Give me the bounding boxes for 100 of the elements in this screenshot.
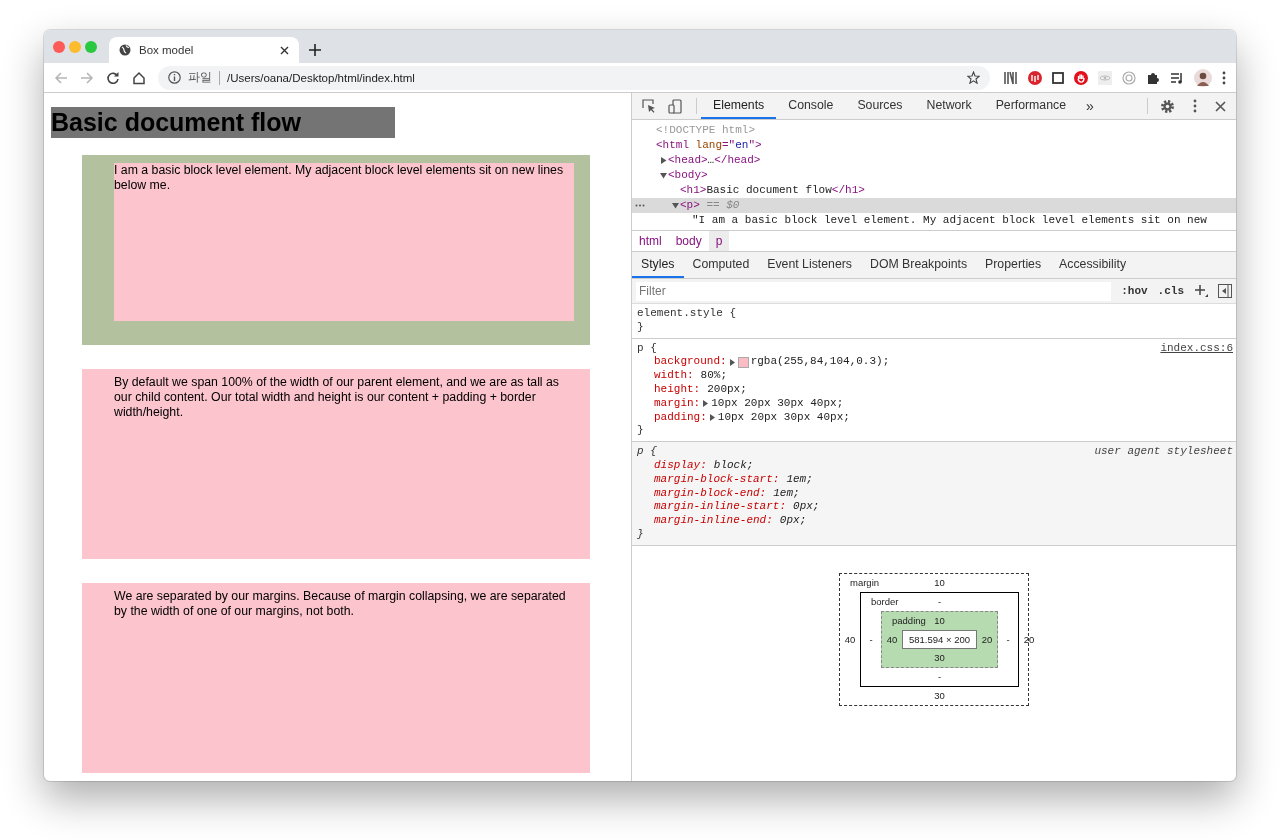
box-value: 10 [934, 615, 945, 627]
box-value: - [1005, 633, 1011, 645]
menu-icon[interactable] [1222, 70, 1226, 85]
expand-icon[interactable] [729, 358, 735, 366]
box-label: margin [849, 577, 880, 589]
puzzle-icon[interactable] [1146, 70, 1160, 85]
box-value: - [937, 671, 942, 683]
add-icon[interactable] [1194, 284, 1208, 298]
dom-node[interactable]: <body> [632, 168, 1236, 183]
star-icon[interactable] [967, 71, 980, 84]
property-name: margin-block-start: [654, 472, 780, 487]
panel-tab[interactable]: Event Listeners [758, 252, 861, 278]
property-value: 10px 20px 30px 40px; [717, 410, 850, 425]
closing-brace: } [637, 320, 645, 335]
url-text: /Users/oana/Desktop/html/index.html [227, 71, 416, 84]
dom-node[interactable]: <head>…</head> [632, 153, 1236, 168]
property-value: 10px 20px 30px 40px; [711, 396, 844, 411]
devtools-tab[interactable]: Elements [701, 93, 777, 119]
dom-node[interactable]: <html lang="en"> [632, 138, 1236, 153]
filter-field[interactable]: Filter [636, 281, 1112, 301]
property-value: 0px; [779, 514, 807, 528]
breadcrumb[interactable]: html [632, 231, 669, 251]
property-name: margin-block-end: [654, 486, 767, 501]
expanded-icon[interactable] [659, 172, 667, 179]
property-name: display: [654, 458, 707, 473]
property-name: background: [654, 355, 727, 370]
panel-tab[interactable]: DOM Breakpoints [861, 252, 977, 278]
css-selector: p { [637, 341, 657, 356]
closing-brace: } [637, 424, 645, 439]
address-bar[interactable]: 파일 /Users/oana/Desktop/html/index.html [158, 65, 990, 90]
close-icon[interactable] [280, 45, 289, 55]
box-value: 40 [885, 633, 899, 645]
color-swatch-icon[interactable] [737, 356, 749, 368]
breadcrumb[interactable]: body [668, 231, 709, 251]
css-selector: element.style { [637, 307, 737, 321]
property-name: margin-inline-end: [654, 514, 773, 528]
bars-extension-icon[interactable] [1004, 70, 1018, 85]
dom-node[interactable]: <p> == $0 [632, 198, 1236, 213]
source-label: user agent stylesheet [1094, 445, 1233, 459]
box-value: 30 [934, 652, 945, 664]
sidebar-toggle-icon[interactable] [1218, 284, 1232, 298]
home-icon[interactable] [132, 70, 146, 85]
closing-brace: } [637, 527, 645, 542]
dom-node[interactable]: <h1>Basic document flow</h1> [632, 183, 1236, 198]
info-icon[interactable] [168, 71, 181, 84]
new-tab-icon[interactable] [309, 44, 321, 56]
content-box: 581.594 × 200 [902, 629, 978, 649]
filter-toggle[interactable]: .cls [1157, 285, 1184, 297]
paragraph: I am a basic block level element. My adjacent block level elements sit on new lines below me. [114, 163, 574, 321]
box-value: 20 [1022, 633, 1036, 645]
browser-tab[interactable]: Box model [109, 37, 299, 63]
menu-icon[interactable] [1193, 99, 1197, 113]
inspect-icon[interactable] [642, 99, 656, 113]
property-value: block; [713, 458, 754, 473]
collapsed-icon[interactable] [659, 157, 667, 164]
devtools-tab[interactable]: Network [914, 93, 984, 119]
property-value: 0px; [793, 500, 820, 515]
source-link[interactable]: index.css:6 [1160, 341, 1233, 356]
property-value: 1em; [786, 472, 813, 487]
paragraph: By default we span 100% of the width of our parent element, and we are as tall as our child content. Our total width and height is our content + padding + border width/height. [82, 369, 590, 559]
panel-tab[interactable]: Properties [976, 252, 1051, 278]
device-icon[interactable] [668, 98, 682, 114]
expand-icon[interactable] [703, 400, 709, 408]
page-heading: Basic document flow [51, 107, 395, 138]
box-value: - [937, 596, 942, 608]
property-name: margin: [654, 396, 701, 411]
box-value: 30 [934, 690, 945, 702]
reload-icon[interactable] [106, 70, 120, 85]
hand-icon[interactable] [1074, 70, 1088, 85]
more-icon[interactable] [635, 204, 645, 207]
box-value: - [868, 633, 874, 645]
box-value: 40 [843, 633, 857, 645]
scheme-label: 파일 [188, 70, 212, 85]
more-tabs-button[interactable]: » [1078, 93, 1102, 119]
tab-title: Box model [139, 44, 195, 56]
panel-tab[interactable]: Computed [683, 252, 759, 278]
expanded-icon[interactable] [671, 202, 679, 209]
avatar-icon[interactable] [1194, 68, 1212, 87]
extension-icon[interactable] [1028, 70, 1042, 85]
square-icon[interactable] [1052, 71, 1064, 84]
settings-icon[interactable] [1160, 98, 1175, 114]
devtools-tab[interactable]: Sources [845, 93, 915, 119]
property-value: 80%; [700, 369, 727, 383]
devtools-tab[interactable]: Performance [983, 93, 1079, 119]
breadcrumb[interactable]: p [708, 231, 730, 251]
property-value: 200px; [707, 383, 747, 397]
box-value: 10 [934, 577, 945, 589]
close-icon[interactable] [1215, 100, 1226, 112]
panel-tab[interactable]: Accessibility [1050, 252, 1136, 278]
property-value: 1em; [773, 486, 800, 501]
globe-icon [119, 44, 131, 56]
dom-node[interactable]: "I am a basic block level element. My adjacent block level elements sit on new [632, 213, 1236, 228]
property-name: width: [654, 369, 694, 383]
playlist-icon[interactable] [1170, 70, 1184, 85]
devtools-tab[interactable]: Console [776, 93, 846, 119]
filter-toggle[interactable]: :hov [1121, 285, 1148, 297]
property-value: rgba(255,84,104,0.3); [750, 355, 890, 370]
property-name: padding: [654, 410, 707, 425]
paragraph: We are separated by our margins. Because of margin collapsing, we are separated by the width of one of our margins, not both. [82, 583, 590, 773]
expand-icon[interactable] [709, 413, 715, 421]
